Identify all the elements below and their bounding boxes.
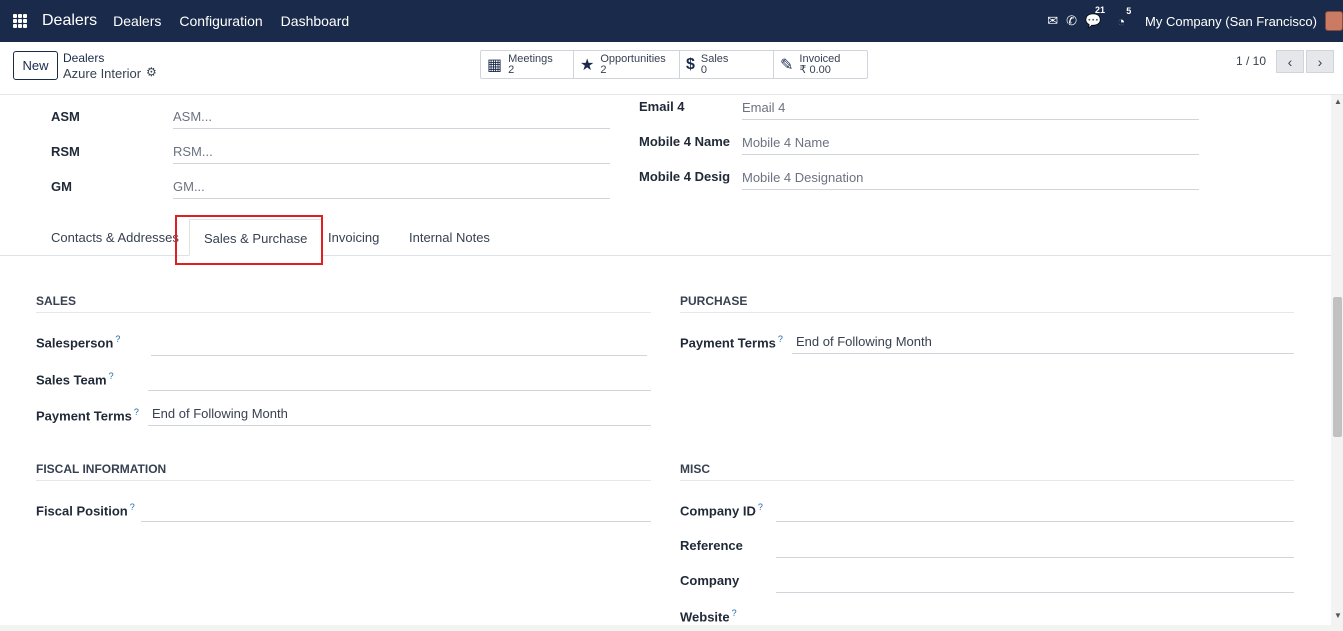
gm-label: GM	[51, 179, 72, 194]
reference-label: Reference	[680, 538, 743, 553]
activities-icon[interactable]: ◔ 5	[1117, 6, 1131, 29]
new-button[interactable]: New	[13, 51, 58, 80]
pager-value[interactable]: 1 / 10	[1236, 54, 1266, 68]
gm-input[interactable]: GM...	[173, 173, 610, 199]
help-icon[interactable]: ?	[109, 371, 114, 381]
tab-invoicing[interactable]: Invoicing	[328, 219, 379, 256]
horizontal-scrollbar[interactable]	[0, 625, 1343, 631]
mobile4-name-input[interactable]: Mobile 4 Name	[742, 129, 1199, 155]
whatsapp-icon[interactable]: ✆	[1066, 13, 1077, 29]
opportunities-button[interactable]: ★ Opportunities 2	[574, 51, 680, 78]
scroll-down-icon[interactable]: ▼	[1334, 611, 1342, 620]
messages-badge: 21	[1095, 5, 1106, 15]
sales-payment-terms-input[interactable]: End of Following Month	[148, 400, 651, 426]
salesperson-input[interactable]	[151, 330, 647, 356]
mobile4-desig-label: Mobile 4 Desig	[639, 169, 731, 184]
sales-button[interactable]: $ Sales 0	[680, 51, 774, 78]
record-name: Azure Interior	[63, 66, 142, 81]
fiscal-position-input[interactable]	[141, 496, 651, 522]
tab-internal-notes[interactable]: Internal Notes	[409, 219, 490, 256]
mobile4-name-label: Mobile 4 Name	[639, 134, 731, 149]
help-icon[interactable]: ?	[130, 502, 135, 512]
invoiced-button[interactable]: ✎ Invoiced ₹ 0.00	[774, 51, 867, 78]
sales-payment-terms-label: Payment Terms?	[36, 407, 139, 424]
company-id-label: Company ID?	[680, 502, 763, 519]
company-switcher[interactable]: My Company (San Francisco)	[1145, 14, 1317, 29]
scrollbar-thumb[interactable]	[1333, 297, 1342, 437]
menu-configuration[interactable]: Configuration	[179, 13, 262, 29]
gear-icon[interactable]: ⚙	[146, 65, 157, 79]
scroll-up-icon[interactable]: ▲	[1334, 97, 1342, 106]
mobile4-designation-input[interactable]: Mobile 4 Designation	[742, 164, 1199, 190]
purchase-section-title: PURCHASE	[680, 294, 1294, 313]
navbar-systray: ✉ ✆ 💬 21 ◔ 5 My Company (San Francisco)	[1047, 0, 1343, 42]
misc-section-title: MISC	[680, 462, 1294, 481]
fiscal-position-label: Fiscal Position?	[36, 502, 135, 519]
menu-dealers[interactable]: Dealers	[113, 13, 161, 29]
calendar-icon: ▦	[487, 56, 503, 74]
messages-icon[interactable]: 💬 21	[1085, 5, 1105, 29]
user-avatar[interactable]	[1325, 11, 1343, 31]
company-input[interactable]	[776, 567, 1294, 593]
annotation-highlight-box	[175, 215, 323, 265]
rsm-label: RSM	[51, 144, 80, 159]
purchase-payment-terms-input[interactable]: End of Following Month	[792, 328, 1294, 354]
top-navbar: Dealers Dealers Configuration Dashboard …	[0, 0, 1343, 42]
email4-label: Email 4	[639, 99, 685, 114]
apps-menu-icon[interactable]	[13, 14, 27, 28]
menu-dashboard[interactable]: Dashboard	[281, 13, 350, 29]
purchase-payment-terms-label: Payment Terms?	[680, 334, 783, 351]
star-icon: ★	[580, 56, 595, 74]
smart-buttons: ▦ Meetings 2 ★ Opportunities 2 $ Sales 0 ✎ …	[480, 50, 868, 79]
meetings-button[interactable]: ▦ Meetings 2	[481, 51, 574, 78]
sales-team-label: Sales Team?	[36, 371, 114, 388]
sales-section-title: SALES	[36, 294, 651, 313]
website-label: Website?	[680, 608, 737, 625]
help-icon[interactable]: ?	[778, 334, 783, 344]
breadcrumb[interactable]: Dealers	[63, 51, 104, 65]
tab-contacts-addresses[interactable]: Contacts & Addresses	[51, 219, 179, 256]
reference-input[interactable]	[776, 532, 1294, 558]
rsm-input[interactable]: RSM...	[173, 138, 610, 164]
control-panel: New Dealers Azure Interior ⚙ ▦ Meetings 2…	[0, 42, 1343, 95]
asm-label: ASM	[51, 109, 80, 124]
pager-previous-icon[interactable]: ‹	[1276, 50, 1304, 73]
company-id-input[interactable]	[776, 496, 1294, 522]
help-icon[interactable]: ?	[732, 608, 737, 618]
edit-icon: ✎	[780, 56, 794, 74]
salesperson-label: Salesperson?	[36, 334, 121, 351]
help-icon[interactable]: ?	[115, 334, 120, 344]
fiscal-section-title: FISCAL INFORMATION	[36, 462, 651, 481]
asm-input[interactable]: ASM...	[173, 103, 610, 129]
pager-next-icon[interactable]: ›	[1306, 50, 1334, 73]
dollar-icon: $	[686, 55, 695, 73]
email4-input[interactable]: Email 4	[742, 94, 1199, 120]
activities-badge: 5	[1126, 5, 1132, 16]
mail-icon[interactable]: ✉	[1047, 13, 1058, 29]
help-icon[interactable]: ?	[134, 407, 139, 417]
help-icon[interactable]: ?	[758, 502, 763, 512]
company-label: Company	[680, 573, 740, 588]
sales-team-input[interactable]	[148, 365, 651, 391]
app-title[interactable]: Dealers	[42, 12, 97, 30]
